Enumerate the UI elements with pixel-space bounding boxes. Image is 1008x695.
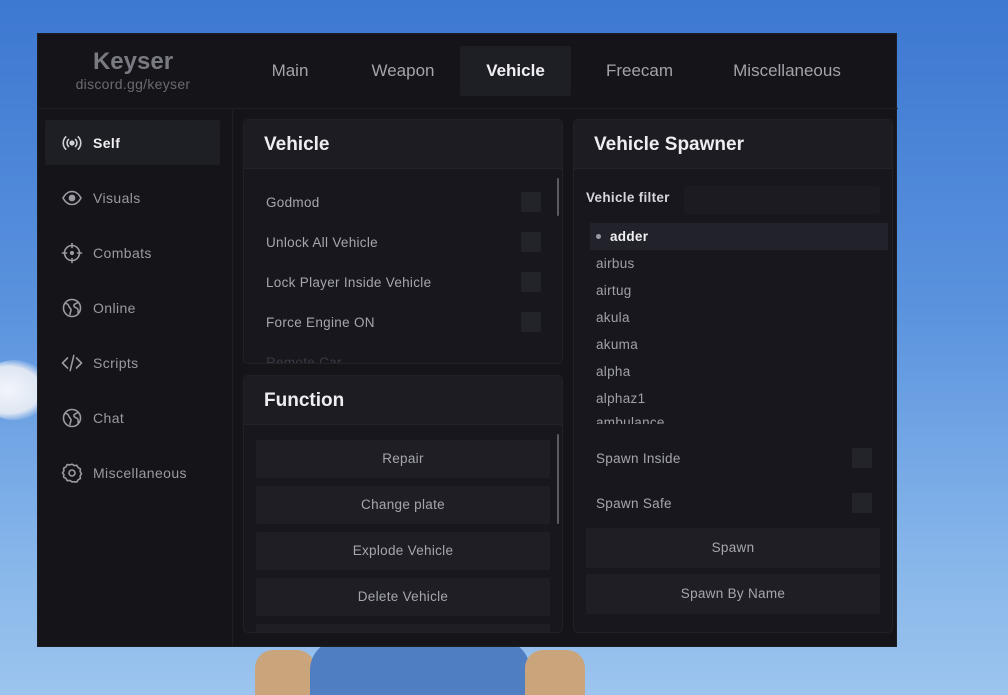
explode-vehicle-button[interactable]: Explode Vehicle bbox=[256, 532, 550, 570]
game-character-background bbox=[255, 640, 585, 695]
function-panel-title: Function bbox=[244, 376, 562, 425]
option-force-engine-on: Force Engine ON bbox=[266, 310, 541, 334]
function-panel-scrollbar[interactable] bbox=[557, 434, 559, 524]
tab-main[interactable]: Main bbox=[234, 46, 346, 96]
code-icon bbox=[61, 352, 83, 374]
eye-icon bbox=[61, 187, 83, 209]
tab-vehicle[interactable]: Vehicle bbox=[460, 46, 571, 96]
sidebar-item-label: Miscellaneous bbox=[93, 464, 187, 481]
unlock-all-vehicle-checkbox[interactable] bbox=[521, 232, 541, 252]
sidebar-item-label: Online bbox=[93, 299, 136, 316]
vehicle-list-item-partial[interactable]: ambulance bbox=[590, 412, 888, 424]
tab-weapon[interactable]: Weapon bbox=[346, 46, 460, 96]
option-label: Spawn Inside bbox=[596, 450, 681, 466]
change-plate-button[interactable]: Change plate bbox=[256, 486, 550, 524]
vehicle-panel-scrollbar[interactable] bbox=[557, 178, 559, 216]
option-lock-player-inside-vehicle: Lock Player Inside Vehicle bbox=[266, 270, 541, 294]
vehicle-filter-label: Vehicle filter bbox=[586, 190, 670, 205]
brand: Keyser discord.gg/keyser bbox=[38, 48, 228, 92]
selected-dot-icon bbox=[596, 233, 601, 239]
vehicle-list-item[interactable]: airtug bbox=[590, 277, 888, 304]
sidebar-item-combats[interactable]: Combats bbox=[45, 230, 220, 275]
delete-vehicle-button[interactable]: Delete Vehicle bbox=[256, 578, 550, 616]
sidebar-item-label: Combats bbox=[93, 244, 152, 261]
vehicle-list: adder airbus airtug akula akuma alpha al… bbox=[590, 223, 888, 428]
option-spawn-safe: Spawn Safe bbox=[596, 492, 872, 514]
option-label: Spawn Safe bbox=[596, 495, 672, 511]
function-panel: Function Repair Change plate Explode Veh… bbox=[243, 375, 563, 633]
sidebar-item-label: Visuals bbox=[93, 189, 141, 206]
vehicle-list-item[interactable]: akula bbox=[590, 304, 888, 331]
option-label: Godmod bbox=[266, 194, 320, 210]
option-remote-car-partial: Remote Car bbox=[266, 355, 342, 364]
tab-freecam[interactable]: Freecam bbox=[571, 46, 708, 96]
sidebar-item-online[interactable]: Online bbox=[45, 285, 220, 330]
spawn-button[interactable]: Spawn bbox=[586, 528, 880, 568]
repair-button[interactable]: Repair bbox=[256, 440, 550, 478]
sidebar-item-label: Self bbox=[93, 134, 121, 151]
sidebar-item-chat[interactable]: Chat bbox=[45, 395, 220, 440]
globe-icon bbox=[61, 297, 83, 319]
godmod-checkbox[interactable] bbox=[521, 192, 541, 212]
vehicle-name: adder bbox=[610, 229, 649, 244]
vehicle-panel-title: Vehicle bbox=[244, 120, 562, 169]
mod-menu-window: Keyser discord.gg/keyser Main Weapon Veh… bbox=[37, 33, 898, 647]
gear-icon bbox=[61, 462, 83, 484]
sidebar-item-scripts[interactable]: Scripts bbox=[45, 340, 220, 385]
tab-miscellaneous[interactable]: Miscellaneous bbox=[708, 46, 866, 96]
spawn-by-name-button[interactable]: Spawn By Name bbox=[586, 574, 880, 614]
sidebar-item-miscellaneous[interactable]: Miscellaneous bbox=[45, 450, 220, 495]
option-spawn-inside: Spawn Inside bbox=[596, 447, 872, 469]
option-label: Force Engine ON bbox=[266, 314, 375, 330]
spawn-safe-checkbox[interactable] bbox=[852, 493, 872, 513]
crosshair-icon bbox=[61, 242, 83, 264]
force-engine-on-checkbox[interactable] bbox=[521, 312, 541, 332]
vehicle-spawner-panel: Vehicle Spawner Vehicle filter adder air… bbox=[573, 119, 893, 633]
vehicle-filter-input[interactable] bbox=[684, 186, 880, 214]
top-bar: Keyser discord.gg/keyser Main Weapon Veh… bbox=[38, 34, 898, 109]
spawn-inside-checkbox[interactable] bbox=[852, 448, 872, 468]
vehicle-list-item[interactable]: alpha bbox=[590, 358, 888, 385]
brand-subtitle: discord.gg/keyser bbox=[75, 76, 191, 92]
globe-icon bbox=[61, 407, 83, 429]
option-godmod: Godmod bbox=[266, 190, 541, 214]
sidebar-item-self[interactable]: Self bbox=[45, 120, 220, 165]
sidebar-item-label: Scripts bbox=[93, 354, 139, 371]
sidebar-item-visuals[interactable]: Visuals bbox=[45, 175, 220, 220]
lock-player-inside-vehicle-checkbox[interactable] bbox=[521, 272, 541, 292]
vehicle-list-item[interactable]: alphaz1 bbox=[590, 385, 888, 412]
main-tabs: Main Weapon Vehicle Freecam Miscellaneou… bbox=[234, 46, 866, 96]
sidebar: Self Visuals Combats Online Scripts Chat… bbox=[38, 110, 233, 647]
next-function-button-partial[interactable] bbox=[256, 624, 550, 632]
vehicle-list-item-selected[interactable]: adder bbox=[590, 223, 888, 250]
vehicle-spawner-title: Vehicle Spawner bbox=[574, 120, 892, 169]
option-label: Lock Player Inside Vehicle bbox=[266, 274, 432, 290]
broadcast-icon bbox=[61, 132, 83, 154]
option-label: Unlock All Vehicle bbox=[266, 234, 378, 250]
brand-title: Keyser bbox=[92, 48, 174, 75]
sidebar-item-label: Chat bbox=[93, 409, 125, 426]
vehicle-panel: Vehicle Godmod Unlock All Vehicle Lock P… bbox=[243, 119, 563, 364]
vehicle-list-item[interactable]: akuma bbox=[590, 331, 888, 358]
option-unlock-all-vehicle: Unlock All Vehicle bbox=[266, 230, 541, 254]
vehicle-list-item[interactable]: airbus bbox=[590, 250, 888, 277]
